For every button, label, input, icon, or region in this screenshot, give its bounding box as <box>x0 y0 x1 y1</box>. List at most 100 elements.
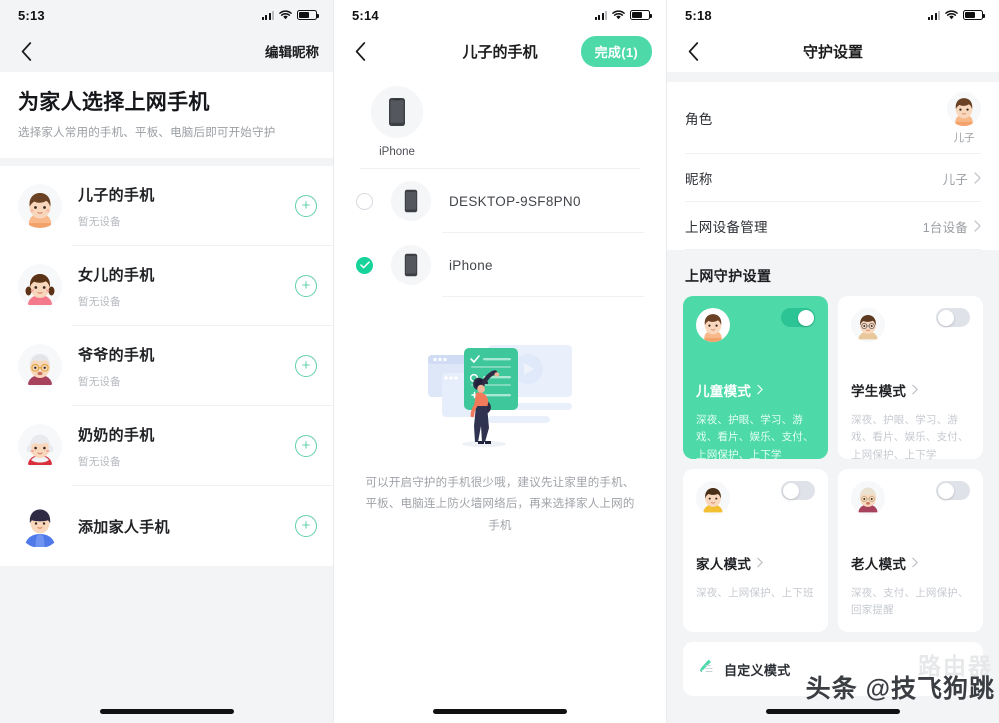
settings-card: 角色 儿子 昵称 儿子 上网设备管理 1台设备 <box>667 82 999 250</box>
mode-card-family[interactable]: 家人模式 深夜、上网保护、上下班 <box>683 469 828 632</box>
back-button[interactable] <box>681 39 705 63</box>
chevron-right-icon <box>757 556 763 571</box>
grandma-avatar <box>18 424 62 468</box>
hint-text: 可以开启守护的手机很少哦，建议先让家里的手机、平板、电脑连上防火墙网络后，再来选… <box>365 477 635 532</box>
mode-tags: 深夜、支付、上网保护、回家提醒 <box>851 587 969 617</box>
back-button[interactable] <box>14 39 38 63</box>
list-item[interactable]: 奶奶的手机 暂无设备 + <box>0 406 333 486</box>
mode-tags: 深夜、上网保护、上下班 <box>696 587 814 599</box>
list-item-title: iPhone <box>449 257 493 273</box>
mode-toggle[interactable] <box>936 308 970 327</box>
grandma-avatar <box>851 481 885 515</box>
home-indicator <box>433 709 567 714</box>
section-gap <box>667 72 999 82</box>
mode-card-child[interactable]: 儿童模式 深夜、护眼、学习、游戏、看片、娱乐、支付、上网保护、上下学 <box>683 296 828 461</box>
phone-icon <box>391 245 431 285</box>
mode-name: 家人模式 <box>696 557 752 572</box>
mode-tags: 深夜、护眼、学习、游戏、看片、娱乐、支付、上网保护、上下学 <box>696 414 814 461</box>
list-item-title: 女儿的手机 <box>78 266 155 284</box>
settings-row-label: 昵称 <box>685 172 713 187</box>
edit-nickname-button[interactable]: 编辑昵称 <box>265 41 319 61</box>
home-indicator <box>99 709 234 714</box>
status-clock: 5:14 <box>352 7 379 23</box>
phone-icon <box>391 181 431 221</box>
page-subtitle: 选择家人常用的手机、平板、电脑后即可开始守护 <box>18 127 276 139</box>
plus-circle-icon[interactable]: + <box>295 275 317 297</box>
mode-toggle[interactable] <box>936 481 970 500</box>
battery-icon <box>630 10 653 20</box>
signal-icon <box>927 10 940 20</box>
plus-circle-icon[interactable]: + <box>295 435 317 457</box>
chevron-right-icon <box>974 172 981 184</box>
mode-card-student[interactable]: 学生模式 深夜、护眼、学习、游戏、看片、娱乐、支付、上网保护、上下学 <box>838 296 983 461</box>
radio-unchecked-icon[interactable] <box>356 192 373 210</box>
settings-row-value: 儿子 <box>942 172 968 187</box>
boy-avatar <box>696 308 730 342</box>
plus-circle-icon[interactable]: + <box>295 355 317 377</box>
signal-icon <box>594 10 607 20</box>
list-item-add-family[interactable]: 添加家人手机 + <box>0 486 333 566</box>
list-item[interactable]: 爷爷的手机 暂无设备 + <box>0 326 333 406</box>
family-member-list: 儿子的手机 暂无设备 + 女儿的手机 暂无设备 + 爷爷的手机 暂无设备 + 奶… <box>0 166 333 566</box>
mode-card-elder[interactable]: 老人模式 深夜、支付、上网保护、回家提醒 <box>838 469 983 632</box>
grandpa-avatar <box>18 344 62 388</box>
student-avatar <box>851 308 885 342</box>
page-title: 守护设置 <box>802 43 863 61</box>
current-device-tile[interactable]: iPhone <box>334 72 434 168</box>
settings-row-label: 上网设备管理 <box>685 220 768 235</box>
phone-icon <box>371 86 423 138</box>
settings-row-nickname[interactable]: 昵称 儿子 <box>667 154 999 202</box>
mode-name: 儿童模式 <box>696 384 752 399</box>
nav-bar: 儿子的手机 完成(1) <box>334 30 666 72</box>
custom-mode-label: 自定义模式 <box>724 662 791 678</box>
man-avatar <box>18 504 62 548</box>
list-item[interactable]: DESKTOP-9SF8PN0 <box>334 169 666 233</box>
nav-bar: 编辑昵称 <box>0 30 333 72</box>
list-item-title: 儿子的手机 <box>78 186 155 204</box>
mode-toggle[interactable] <box>781 481 815 500</box>
section-title: 上网守护设置 <box>685 268 772 284</box>
list-item[interactable]: iPhone <box>334 233 666 297</box>
list-item-title: 爷爷的手机 <box>78 346 155 364</box>
panel-select-family-phone: 5:13 编辑昵称 为家人选择上网手机 选择家人常用的手机、平板、电脑后即可开始… <box>0 0 333 723</box>
mode-tags: 深夜、护眼、学习、游戏、看片、娱乐、支付、上网保护、上下学 <box>851 414 969 461</box>
chevron-right-icon <box>912 383 918 398</box>
current-device-label: iPhone <box>379 146 415 158</box>
settings-row-value: 1台设备 <box>922 220 968 235</box>
page-title: 为家人选择上网手机 <box>18 91 210 114</box>
radio-checked-icon[interactable] <box>356 256 373 274</box>
list-item[interactable]: 儿子的手机 暂无设备 + <box>0 166 333 246</box>
mode-grid: 儿童模式 深夜、护眼、学习、游戏、看片、娱乐、支付、上网保护、上下学 学生模式 … <box>667 296 999 632</box>
settings-row-role[interactable]: 角色 儿子 <box>667 82 999 154</box>
status-bar: 5:14 <box>334 0 666 30</box>
wifi-icon <box>945 10 958 20</box>
settings-row-label: 角色 <box>685 112 713 127</box>
wifi-icon <box>612 10 625 20</box>
mode-name: 学生模式 <box>851 384 907 399</box>
list-item-title: 添加家人手机 <box>78 518 170 536</box>
man-avatar <box>696 481 730 515</box>
mode-toggle[interactable] <box>781 308 815 327</box>
chevron-right-icon <box>974 220 981 232</box>
list-item-meta: 暂无设备 <box>78 455 121 468</box>
battery-icon <box>297 10 320 20</box>
settings-row-device-management[interactable]: 上网设备管理 1台设备 <box>667 202 999 250</box>
plus-circle-icon[interactable]: + <box>295 195 317 217</box>
mode-name: 老人模式 <box>851 557 907 572</box>
done-button[interactable]: 完成(1) <box>580 35 652 67</box>
status-clock: 5:13 <box>18 7 45 23</box>
boy-avatar <box>18 184 62 228</box>
girl-avatar <box>18 264 62 308</box>
status-clock: 5:18 <box>685 7 712 23</box>
list-item-title: DESKTOP-9SF8PN0 <box>449 193 581 209</box>
chevron-right-icon <box>912 556 918 571</box>
wifi-icon <box>279 10 292 20</box>
list-item-meta: 暂无设备 <box>78 375 121 388</box>
panel-device-picker: 5:14 儿子的手机 完成(1) iPhone DESKTOP-9SF8PN0 … <box>333 0 666 723</box>
status-bar: 5:18 <box>667 0 999 30</box>
back-button[interactable] <box>348 39 372 63</box>
list-item-title: 奶奶的手机 <box>78 426 155 444</box>
plus-circle-icon[interactable]: + <box>295 515 317 537</box>
custom-mode-card[interactable]: 自定义模式 <box>683 642 983 696</box>
list-item[interactable]: 女儿的手机 暂无设备 + <box>0 246 333 326</box>
